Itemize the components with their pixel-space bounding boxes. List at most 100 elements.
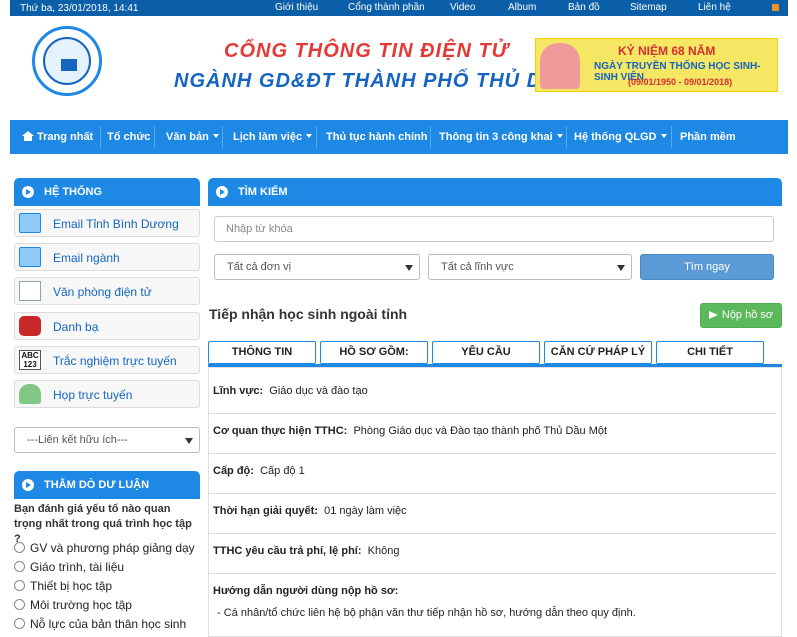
sidebar-item-label: Email ngành [53,251,120,265]
chevron-down-icon [556,134,563,138]
info-row-linh-vuc: Lĩnh vực: Giáo dục và đào tạo [213,385,368,397]
book-icon [61,59,77,71]
nav-trang-nhat[interactable]: Trang nhất [20,120,95,154]
play-circle-icon [216,186,228,198]
mail-icon [19,247,41,267]
sidebar-item-label: Văn phòng điện tử [53,285,152,299]
field-select[interactable]: Tất cả lĩnh vực [428,254,632,280]
send-icon [708,311,718,319]
guide-title: Hướng dẫn người dùng nộp hồ sơ: [213,585,399,597]
useful-links-select[interactable]: ---Liên kết hữu ích--- [14,427,200,453]
poll-section-header: THĂM DÒ DƯ LUẬN [14,471,200,499]
top-link-ban-do[interactable]: Bản đồ [568,2,600,13]
poll-option[interactable]: GV và phương pháp giảng dạy [14,541,195,555]
keyword-search-input[interactable]: Nhập từ khóa [214,216,774,242]
play-circle-icon [22,479,34,491]
document-icon [19,281,41,301]
poll-option[interactable]: Nỗ lực của bản thân học sinh [14,617,186,631]
sidebar-item-danh-ba[interactable]: Danh bạ [14,312,200,340]
dropdown-arrow-icon [405,265,413,271]
row-divider [208,493,776,494]
nav-phan-mem[interactable]: Phần mềm [678,120,738,154]
tab-ho-so-gom[interactable]: HỒ SƠ GỒM: [320,341,428,364]
radio-button[interactable] [14,580,25,591]
poll-section-title: THĂM DÒ DƯ LUẬN [44,479,150,491]
tab-can-cu-phap-ly[interactable]: CĂN CỨ PHÁP LÝ [544,341,652,364]
play-circle-icon [22,186,34,198]
main-nav: Trang nhất Tổ chức Văn bản Lịch làm việc… [10,120,788,154]
nav-lich-lam-viec[interactable]: Lịch làm việc [231,120,314,154]
nav-thu-tuc-hanh-chinh[interactable]: Thủ tục hành chính [324,120,429,154]
tab-thong-tin[interactable]: THÔNG TIN [208,341,316,364]
radio-button[interactable] [14,618,25,629]
nav-he-thong-qlgd[interactable]: Hệ thống QLGD [572,120,669,154]
students-illustration [540,43,580,89]
rss-icon[interactable] [772,4,779,11]
site-logo[interactable] [32,26,102,96]
info-row-cap-do: Cấp độ: Cấp độ 1 [213,465,305,477]
people-icon [19,384,41,404]
sidebar-item-email-tinh[interactable]: Email Tỉnh Bình Dương [14,209,200,237]
chevron-down-icon [212,134,219,138]
row-divider [208,533,776,534]
banner-dates: (09/01/1950 - 09/01/2018) [628,77,733,87]
poll-option[interactable]: Môi trường học tập [14,598,132,612]
radio-button[interactable] [14,542,25,553]
current-date: Thứ ba, 23/01/2018, 14:41 [20,3,139,14]
top-link-sitemap[interactable]: Sitemap [630,2,667,13]
row-divider [208,413,776,414]
top-link-lien-he[interactable]: Liên hệ [698,2,731,13]
search-section-header: TÌM KIẾM [208,178,782,206]
home-icon [22,131,34,141]
nav-divider [316,126,317,148]
sidebar-item-hop-truc-tuyen[interactable]: Họp trực tuyến [14,380,200,408]
nav-to-chuc[interactable]: Tổ chức [105,120,152,154]
info-row-le-phi: TTHC yêu cầu trả phí, lệ phí: Không [213,545,400,557]
info-row-thoi-han: Thời hạn giải quyết: 01 ngày làm việc [213,505,407,517]
system-section-header: HỆ THỐNG [14,178,200,206]
dropdown-arrow-icon [617,265,625,271]
banner-heading: KỶ NIỆM 68 NĂM [618,44,716,58]
procedure-title: Tiếp nhận học sinh ngoài tỉnh [209,306,408,322]
tab-chi-tiet[interactable]: CHI TIẾT [656,341,764,364]
row-divider [208,453,776,454]
nav-divider [430,126,431,148]
nav-van-ban[interactable]: Văn bản [164,120,221,154]
sidebar-item-trac-nghiem[interactable]: ABC 123 Trắc nghiệm trực tuyến [14,346,200,374]
nav-thong-tin-3-cong-khai[interactable]: Thông tin 3 công khai [437,120,565,154]
phone-icon [19,316,41,336]
search-button[interactable]: Tìm ngay [640,254,774,280]
nav-divider [671,126,672,148]
portal-title: CỔNG THÔNG TIN ĐIỆN TỬ [224,40,509,62]
top-link-video[interactable]: Video [450,2,475,13]
nav-divider [154,126,155,148]
system-section-title: HỆ THỐNG [44,186,103,198]
top-link-album[interactable]: Album [508,2,536,13]
logo-emblem [43,37,91,85]
nav-divider [222,126,223,148]
sidebar-item-email-nganh[interactable]: Email ngành [14,243,200,271]
nav-divider [100,126,101,148]
anniversary-banner[interactable]: KỶ NIỆM 68 NĂM NGÀY TRUYỀN THỐNG HỌC SIN… [535,38,778,92]
poll-option[interactable]: Giáo trình, tài liệu [14,560,124,574]
site-header: CỔNG THÔNG TIN ĐIỆN TỬ NGÀNH GD&ĐT THÀNH… [10,16,788,120]
abc-icon: ABC 123 [19,350,41,370]
tab-yeu-cau[interactable]: YÊU CẦU [432,341,540,364]
top-bar: Thứ ba, 23/01/2018, 14:41 Giới thiệu Cổn… [10,0,788,16]
submit-dossier-button[interactable]: Nộp hồ sơ [700,303,782,328]
info-row-co-quan: Cơ quan thực hiện TTHC: Phòng Giáo dục v… [213,425,608,437]
sidebar-item-van-phong-dien-tu[interactable]: Văn phòng điện tử [14,277,200,305]
top-link-gioi-thieu[interactable]: Giới thiệu [275,2,318,13]
radio-button[interactable] [14,561,25,572]
sidebar-item-label: Email Tỉnh Bình Dương [53,217,179,231]
poll-option[interactable]: Thiết bị học tập [14,579,112,593]
guide-text: - Cá nhân/tổ chức liên hệ bộ phận văn th… [217,607,636,619]
search-section-title: TÌM KIẾM [238,186,288,198]
sidebar-item-label: Danh bạ [53,320,99,334]
nav-divider [566,126,567,148]
unit-select[interactable]: Tất cả đơn vị [214,254,420,280]
chevron-down-icon [306,134,313,138]
dropdown-arrow-icon [185,438,193,444]
top-link-cong-thanh-phan[interactable]: Cổng thành phần [348,2,425,13]
radio-button[interactable] [14,599,25,610]
